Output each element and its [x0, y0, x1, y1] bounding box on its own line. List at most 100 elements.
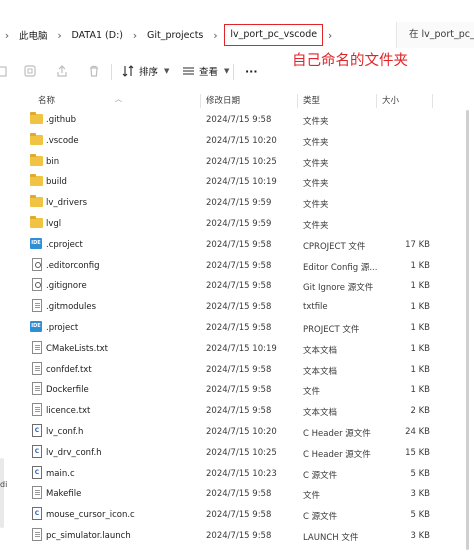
column-header-date[interactable]: 修改日期	[206, 94, 240, 106]
c-file-icon: C	[32, 507, 42, 521]
column-header-size[interactable]: 大小	[382, 94, 399, 106]
file-row[interactable]: confdef.txt 2024/7/15 9:58 文本文档 1 KB	[0, 360, 474, 380]
file-row[interactable]: Makefile 2024/7/15 9:58 文件 3 KB	[0, 484, 474, 504]
folder-icon	[30, 216, 43, 228]
chevron-right-icon[interactable]: ›	[53, 29, 67, 42]
file-row[interactable]: build 2024/7/15 10:19 文件夹	[0, 172, 474, 192]
file-row[interactable]: Clv_drv_conf.h 2024/7/15 10:25 C Header 源文…	[0, 443, 474, 463]
file-name: main.c	[46, 468, 75, 479]
file-type: 文件	[303, 491, 321, 502]
search-input[interactable]: 在 lv_port_pc_vs	[396, 22, 474, 48]
file-type: 文件夹	[303, 221, 329, 231]
c-file-icon: C	[32, 424, 42, 437]
file-type: 文件夹	[303, 179, 329, 190]
file-date: 2024/7/15 9:58	[206, 115, 272, 125]
file-row[interactable]: .github 2024/7/15 9:58 文件夹	[0, 110, 474, 130]
file-type: 文本文档	[303, 345, 338, 356]
breadcrumb-item-git-projects[interactable]: Git_projects	[142, 30, 208, 41]
column-header-name[interactable]: 名称	[38, 94, 55, 106]
file-size: 1 KB	[410, 343, 430, 354]
file-name: lv_drv_conf.h	[46, 447, 102, 458]
file-row[interactable]: IDE .project 2024/7/15 9:58 PROJECT 文件 1 KB	[0, 318, 474, 338]
column-divider[interactable]	[297, 94, 298, 108]
document-icon	[32, 299, 42, 313]
chevron-right-icon[interactable]: ›	[208, 29, 222, 42]
scrollbar[interactable]	[466, 110, 469, 550]
file-row[interactable]: .gitignore 2024/7/15 9:58 Git Ignore 源文件 1 …	[0, 276, 474, 296]
column-divider[interactable]	[200, 94, 201, 108]
file-name: .cproject	[46, 239, 83, 250]
file-name: lv_drivers	[46, 198, 88, 209]
command-bar: 排序 ▼ 查看 ▼ ···	[0, 56, 474, 86]
column-divider[interactable]	[376, 94, 377, 108]
chevron-down-icon: ▼	[164, 67, 170, 75]
file-name: licence.txt	[46, 406, 91, 417]
file-date: 2024/7/15 9:58	[206, 489, 272, 500]
toolbar-divider	[233, 64, 234, 80]
column-divider[interactable]	[432, 94, 433, 108]
rename-icon[interactable]	[22, 63, 38, 79]
file-size: 3 KB	[410, 531, 430, 541]
file-row[interactable]: lvgl 2024/7/15 9:59 文件夹	[0, 214, 474, 234]
breadcrumb-item-data1[interactable]: DATA1 (D:)	[67, 30, 128, 41]
file-type: PROJECT 文件	[303, 325, 360, 335]
file-row[interactable]: Cmouse_cursor_icon.c 2024/7/15 9:58 C 源文件 5…	[0, 505, 474, 525]
file-size: 15 KB	[405, 447, 430, 458]
file-type: LAUNCH 文件	[303, 533, 359, 543]
config-icon	[32, 278, 42, 292]
file-size: 24 KB	[405, 427, 430, 437]
file-row[interactable]: CMakeLists.txt 2024/7/15 10:19 文本文档 1 KB	[0, 339, 474, 359]
folder-icon	[30, 132, 43, 145]
file-date: 2024/7/15 10:25	[206, 447, 277, 458]
chevron-right-icon[interactable]: ›	[323, 29, 337, 42]
folder-icon	[30, 153, 43, 166]
document-icon	[32, 403, 42, 417]
file-type: Git Ignore 源文件	[303, 283, 374, 294]
file-name: lv_conf.h	[46, 427, 84, 437]
file-date: 2024/7/15 10:19	[206, 177, 277, 188]
c-file-icon: C	[32, 444, 42, 458]
sort-button[interactable]: 排序 ▼	[122, 62, 169, 80]
file-row[interactable]: Dockerfile 2024/7/15 9:58 文件 1 KB	[0, 380, 474, 400]
file-size: 5 KB	[410, 468, 430, 479]
file-date: 2024/7/15 9:59	[206, 198, 272, 209]
view-button[interactable]: 查看 ▼	[182, 62, 229, 80]
breadcrumb-item-current[interactable]: lv_port_pc_vscode	[224, 24, 324, 46]
file-row[interactable]: .editorconfig 2024/7/15 9:58 Editor Config…	[0, 256, 474, 276]
file-size: 1 KB	[410, 260, 430, 271]
file-row[interactable]: licence.txt 2024/7/15 9:58 文本文档 2 KB	[0, 401, 474, 421]
column-header: ︿ 名称 修改日期 类型 大小	[0, 90, 474, 108]
sort-button-label: 排序	[139, 67, 159, 78]
file-row[interactable]: .vscode 2024/7/15 10:20 文件夹	[0, 131, 474, 151]
file-type: 文本文档	[303, 408, 338, 419]
file-row[interactable]: IDE .cproject 2024/7/15 9:58 CPROJECT 文件 17 …	[0, 235, 474, 255]
file-row[interactable]: bin 2024/7/15 10:25 文件夹	[0, 152, 474, 172]
delete-icon[interactable]	[86, 63, 102, 79]
file-name: Makefile	[46, 489, 82, 500]
file-row[interactable]: lv_drivers 2024/7/15 9:59 文件夹	[0, 193, 474, 213]
breadcrumb-item-this-pc[interactable]: 此电脑	[14, 28, 53, 42]
view-icon	[183, 67, 194, 75]
paste-icon[interactable]	[0, 63, 10, 79]
file-type: 文件夹	[303, 158, 329, 169]
file-row[interactable]: Cmain.c 2024/7/15 10:23 C 源文件 5 KB	[0, 464, 474, 484]
file-date: 2024/7/15 9:58	[206, 364, 272, 375]
share-icon[interactable]	[54, 63, 70, 79]
file-size: 5 KB	[410, 510, 430, 521]
file-type: C 源文件	[303, 512, 338, 523]
file-row[interactable]: pc_simulator.launch 2024/7/15 9:58 LAUNCH …	[0, 526, 474, 546]
file-name: Dockerfile	[46, 385, 89, 396]
file-row[interactable]: .gitmodules 2024/7/15 9:58 txtfile 1 KB	[0, 297, 474, 317]
file-size: 3 KB	[410, 489, 430, 500]
more-options-button[interactable]: ···	[245, 62, 258, 80]
file-size: 17 KB	[405, 239, 430, 250]
file-date: 2024/7/15 9:58	[206, 385, 272, 396]
config-icon	[32, 257, 42, 271]
address-bar: › 此电脑 › DATA1 (D:) › Git_projects › lv_p…	[0, 0, 474, 52]
column-header-type[interactable]: 类型	[303, 94, 320, 106]
file-row[interactable]: Clv_conf.h 2024/7/15 10:20 C Header 源文件 24 …	[0, 422, 474, 442]
file-date: 2024/7/15 10:23	[206, 468, 277, 479]
file-name: lvgl	[46, 219, 62, 229]
chevron-right-icon[interactable]: ›	[128, 29, 142, 42]
file-type: 文件夹	[303, 137, 329, 148]
